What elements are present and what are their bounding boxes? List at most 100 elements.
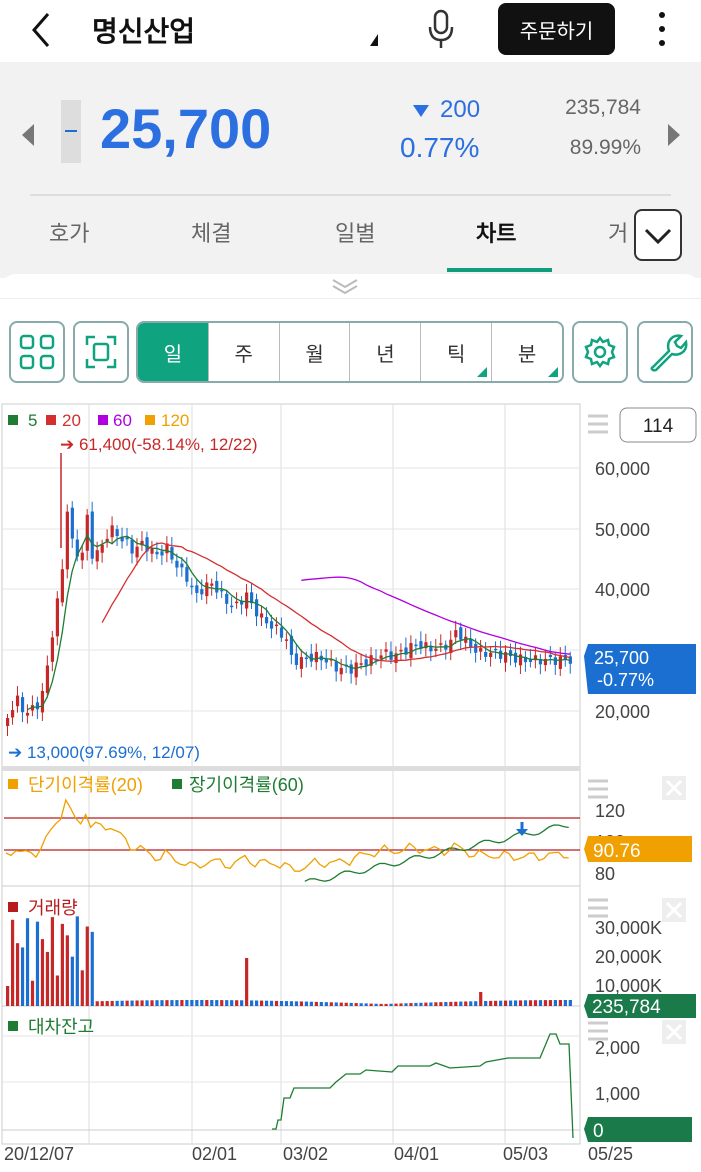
- candle-body: [264, 617, 269, 624]
- candle-body: [279, 627, 284, 638]
- volume-bar: [439, 1002, 443, 1006]
- period-day[interactable]: 일: [138, 323, 208, 381]
- chart-area[interactable]: 5 20 60 120 ➔ 61,400(-58.14%, 12/22) ➔ 1…: [0, 398, 701, 1168]
- period-tick[interactable]: 틱: [420, 323, 491, 381]
- microphone-icon[interactable]: [424, 8, 458, 50]
- candle-body: [95, 550, 99, 562]
- candle-body: [499, 650, 503, 659]
- close-panel-icon[interactable]: [662, 898, 686, 922]
- stock-name[interactable]: 명신산업: [92, 10, 195, 50]
- volume-bar: [404, 1003, 408, 1006]
- volume-bar: [309, 1001, 313, 1006]
- tools-button[interactable]: [637, 321, 693, 383]
- min-price-annotation: ➔ 13,000(97.69%, 12/07): [8, 743, 200, 762]
- volume-bar: [145, 1000, 149, 1006]
- volume-bar: [279, 1000, 284, 1006]
- legend-label-20: 20: [62, 411, 81, 430]
- close-panel-icon[interactable]: [662, 1020, 686, 1044]
- volume-bar: [210, 1000, 214, 1006]
- max-price-annotation-text: 61,400(-58.14%, 12/22): [79, 435, 258, 454]
- candle-body: [469, 638, 473, 648]
- volume-bar: [394, 1003, 398, 1006]
- panel-menu-icon[interactable]: [588, 1021, 608, 1041]
- panel-menu-icon[interactable]: [588, 898, 608, 918]
- volume-bar: [548, 1000, 553, 1006]
- stock-chart[interactable]: 5 20 60 120 ➔ 61,400(-58.14%, 12/22) ➔ 1…: [0, 398, 701, 1168]
- legend-swatch-60: [98, 415, 108, 425]
- next-stock-arrow-icon[interactable]: [668, 124, 680, 146]
- loan-tick: 1,000: [595, 1084, 640, 1104]
- candle-body: [60, 569, 64, 603]
- candle-body: [479, 648, 483, 652]
- volume-bar: [120, 1000, 124, 1006]
- candle-body: [508, 650, 513, 657]
- volume-bar: [314, 1001, 318, 1006]
- tab-daily[interactable]: 일별: [335, 216, 375, 248]
- candle-body: [180, 563, 184, 568]
- tab-more[interactable]: 거: [608, 216, 628, 248]
- wrench-icon: [650, 334, 688, 372]
- volume-bar: [165, 1000, 169, 1006]
- legend-swatch-loan: [8, 1021, 18, 1031]
- tab-chart[interactable]: 차트: [476, 216, 516, 248]
- date-tick: 04/01: [394, 1144, 439, 1164]
- volume-bar: [274, 1000, 279, 1006]
- period-year[interactable]: 년: [349, 323, 420, 381]
- period-month[interactable]: 월: [278, 323, 350, 381]
- volume-bar: [60, 923, 64, 1006]
- volume-bar: [259, 1000, 264, 1006]
- volume-bar: [70, 956, 74, 1006]
- current-rate-tag: -0.77%: [597, 670, 654, 690]
- volume-bar: [424, 1002, 428, 1006]
- settings-button[interactable]: [572, 321, 628, 383]
- candle-body: [115, 529, 119, 537]
- panel-menu-icon[interactable]: [588, 779, 608, 799]
- tab-trades[interactable]: 체결: [191, 216, 231, 248]
- candle-body: [190, 585, 194, 588]
- candle-body: [494, 648, 498, 651]
- volume-bar: [449, 1001, 453, 1006]
- change-rate: 0.77%: [400, 132, 480, 163]
- more-menu-icon[interactable]: [650, 10, 674, 50]
- candle-body: [459, 627, 463, 640]
- submenu-corner-icon: [547, 367, 558, 377]
- tab-orderbook[interactable]: 호가: [49, 216, 89, 248]
- panel-menu-icon[interactable]: [588, 414, 608, 434]
- candle-body: [274, 624, 279, 627]
- close-panel-icon[interactable]: [662, 776, 686, 800]
- candle-body: [10, 710, 15, 718]
- candle-body: [489, 652, 493, 658]
- volume-bar: [384, 1003, 388, 1006]
- volume-bar: [464, 1001, 468, 1006]
- price-legend: 5 20 60 120: [8, 411, 189, 430]
- volume-bar: [504, 1000, 508, 1006]
- prev-stock-arrow-icon[interactable]: [22, 124, 34, 146]
- volume-bar: [374, 1003, 378, 1006]
- period-week[interactable]: 주: [207, 323, 279, 381]
- back-icon[interactable]: [22, 10, 62, 50]
- volume-bar: [80, 970, 84, 1006]
- order-button[interactable]: 주문하기: [498, 3, 615, 55]
- layout-grid-button[interactable]: [9, 321, 65, 383]
- volume-bar: [269, 1000, 274, 1006]
- volume-bar: [135, 1000, 139, 1006]
- stock-select-caret-icon[interactable]: [370, 34, 378, 46]
- fullscreen-button[interactable]: [73, 321, 129, 383]
- legend-swatch-5: [8, 415, 18, 425]
- candle-body: [55, 598, 59, 637]
- volume-bar: [484, 1000, 488, 1006]
- current-price: 25,700: [100, 97, 272, 160]
- candle-body: [130, 539, 134, 554]
- legend-long-disparity: 장기이격률(60): [189, 775, 304, 795]
- candle-body: [399, 649, 403, 652]
- candle-body: [90, 511, 94, 559]
- period-minute[interactable]: 분: [491, 323, 562, 381]
- candle-body: [160, 551, 164, 556]
- volume-bar: [479, 992, 483, 1006]
- date-tick: 05/25: [588, 1144, 633, 1164]
- candle-body: [354, 662, 358, 678]
- tab-dropdown-button[interactable]: [634, 209, 682, 261]
- collapse-handle[interactable]: [0, 274, 701, 298]
- volume-tick: 20,000K: [595, 947, 662, 967]
- volume-bar: [339, 1002, 343, 1006]
